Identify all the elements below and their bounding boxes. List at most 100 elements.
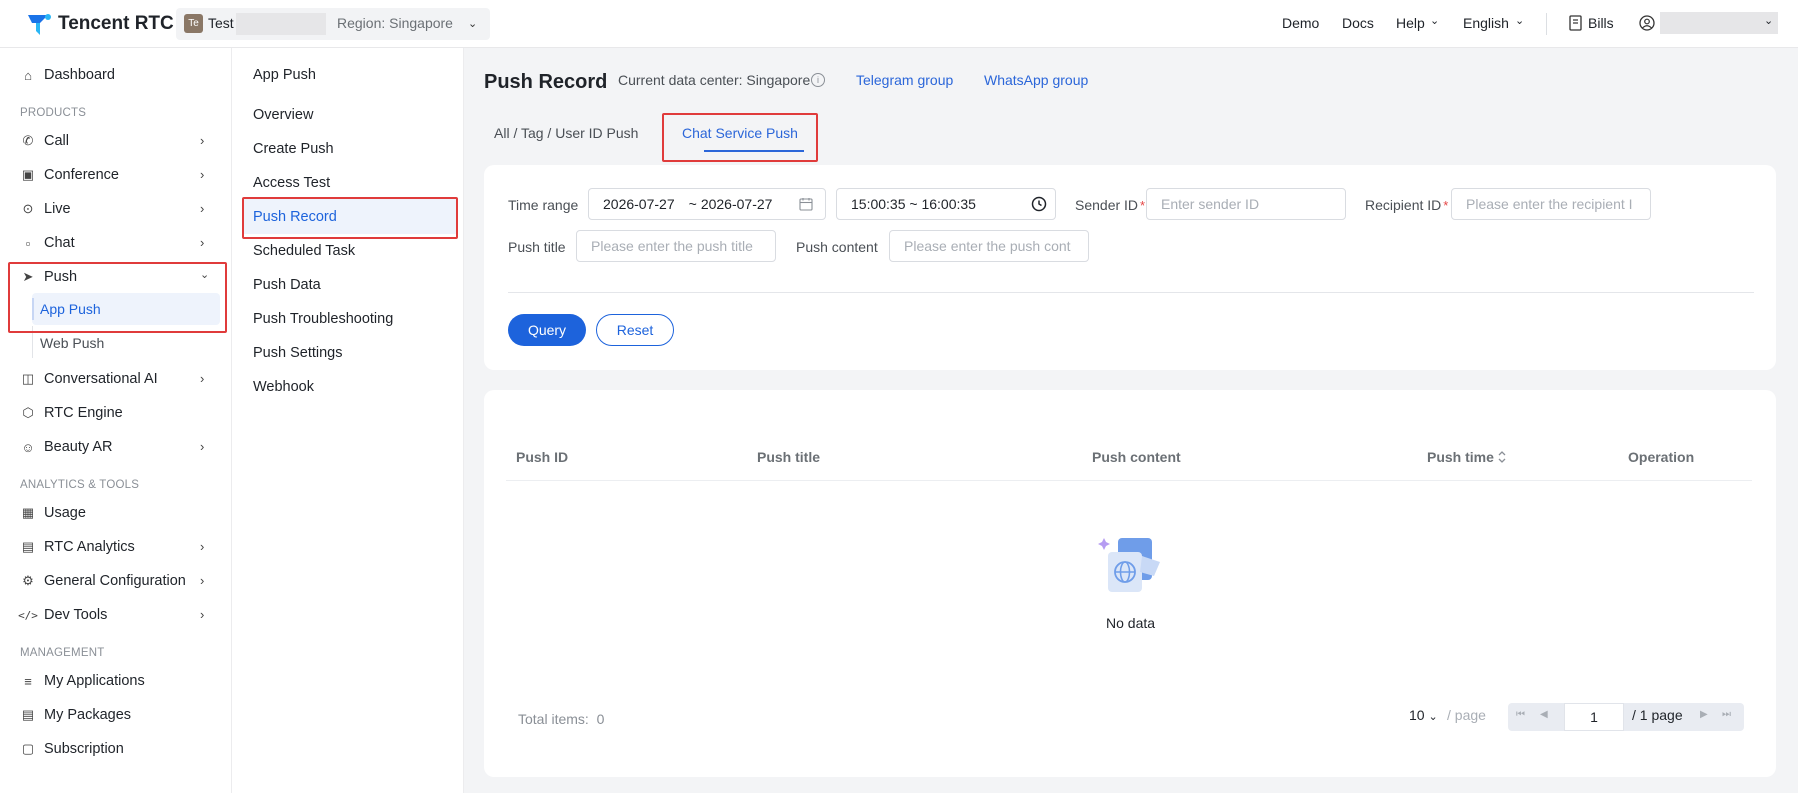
app-avatar: Te (184, 14, 203, 33)
bills-link[interactable]: Bills (1588, 15, 1614, 31)
filter-divider (508, 292, 1754, 293)
push-title-input[interactable]: Please enter the push title (576, 230, 776, 262)
recipient-id-input[interactable]: Please enter the recipient I (1451, 188, 1651, 220)
sidebar-item-beauty-ar[interactable]: ☺ Beauty AR (20, 432, 220, 462)
ai-icon: ◫ (21, 371, 35, 386)
top-bar: Tencent RTC Te Test Region: Singapore ⌄ … (0, 0, 1798, 48)
chevron-down-icon[interactable]: ⌄ (1764, 14, 1773, 27)
sidebar-item-conversational-ai[interactable]: ◫ Conversational AI (20, 364, 220, 394)
required-mark: * (1140, 198, 1146, 213)
chevron-down-icon: ⌄ (1430, 15, 1440, 27)
query-button[interactable]: Query (508, 314, 586, 346)
subnav-item-create-push[interactable]: Create Push (253, 141, 334, 157)
sender-id-input[interactable]: Enter sender ID (1146, 188, 1346, 220)
subnav-item-access-test[interactable]: Access Test (253, 175, 330, 191)
column-header-push-time[interactable]: Push time (1427, 449, 1494, 465)
user-avatar-icon[interactable] (1639, 15, 1655, 31)
sidebar-item-live[interactable]: ⊙ Live (20, 194, 220, 224)
page-total: / 1 page (1632, 707, 1683, 723)
language-menu[interactable]: English (1463, 15, 1509, 31)
data-center-label: Current data center: Singapore (618, 72, 811, 88)
column-header-operation: Operation (1628, 449, 1695, 465)
subnav-item-overview[interactable]: Overview (253, 107, 313, 123)
sidebar-item-rtc-analytics[interactable]: ▤ RTC Analytics (20, 532, 220, 562)
telegram-group-link[interactable]: Telegram group (856, 72, 953, 88)
gear-icon: ⚙ (22, 573, 34, 588)
date-range-picker[interactable]: 2026-07-27 ~ 2026-07-27 (588, 188, 826, 220)
code-icon: </> (18, 608, 38, 622)
date-start: 2026-07-27 (603, 196, 675, 212)
sidebar-item-general-configuration[interactable]: ⚙ General Configuration (20, 566, 220, 596)
sender-id-label: Sender ID * (1075, 197, 1146, 213)
sidebar-item-subscription[interactable]: ▢ Subscription (20, 734, 220, 764)
sidebar-item-dev-tools[interactable]: </> Dev Tools (18, 600, 220, 630)
push-content-input[interactable]: Please enter the push cont (889, 230, 1089, 262)
subnav-item-scheduled-task[interactable]: Scheduled Task (253, 243, 355, 259)
sidebar-item-conference[interactable]: ▣ Conference (20, 160, 220, 190)
redacted-block (1660, 12, 1778, 34)
next-page-icon[interactable]: ▶ (1700, 709, 1708, 720)
reset-button[interactable]: Reset (596, 314, 674, 346)
calendar-icon (799, 198, 813, 211)
package-icon: ▤ (21, 707, 35, 722)
chevron-right-icon: › (200, 167, 205, 182)
monitor-icon: ▦ (21, 505, 35, 520)
page-size-suffix: / page (1447, 707, 1486, 723)
chevron-right-icon: › (200, 607, 205, 622)
sidebar-item-my-packages[interactable]: ▤ My Packages (20, 700, 220, 730)
first-page-icon[interactable]: ⏮ (1516, 709, 1525, 720)
conference-icon: ▣ (21, 167, 35, 182)
chevron-right-icon: › (200, 201, 205, 216)
table-header-divider (506, 480, 1752, 481)
chevron-right-icon: › (200, 573, 205, 588)
brand-name[interactable]: Tencent RTC (58, 13, 174, 35)
secondary-nav (232, 48, 464, 793)
sidebar-item-rtc-engine[interactable]: ⬡ RTC Engine (20, 398, 220, 428)
page-size-select[interactable]: 10 ⌄ (1409, 707, 1438, 723)
cube-icon: ⬡ (22, 405, 34, 420)
chevron-down-icon: ⌄ (1515, 15, 1525, 27)
sidebar-item-call[interactable]: ✆ Call (20, 126, 220, 156)
tencent-rtc-logo-icon[interactable] (26, 11, 52, 37)
phone-icon: ✆ (22, 133, 34, 148)
sort-icon[interactable] (1497, 449, 1507, 465)
info-icon[interactable]: i (811, 73, 825, 87)
sidebar-item-chat[interactable]: ▫ Chat (20, 228, 220, 258)
prev-page-icon[interactable]: ◀ (1540, 709, 1548, 720)
subnav-item-push-data[interactable]: Push Data (253, 277, 321, 293)
last-page-icon[interactable]: ⏭ (1722, 709, 1731, 720)
time-range-picker[interactable]: 15:00:35 ~ 16:00:35 (836, 188, 1056, 220)
subnav-item-webhook[interactable]: Webhook (253, 379, 314, 395)
time-range-value: 15:00:35 ~ 16:00:35 (851, 196, 976, 212)
chevron-right-icon: › (200, 371, 205, 386)
subnav-item-push-settings[interactable]: Push Settings (253, 345, 342, 361)
empty-state-text: No data (1106, 615, 1156, 631)
home-icon: ⌂ (24, 67, 32, 83)
push-title-label: Push title (508, 239, 566, 255)
chevron-right-icon: › (200, 539, 205, 554)
live-broadcast-icon: ⊙ (22, 201, 34, 216)
docs-link[interactable]: Docs (1342, 15, 1374, 31)
column-header-push-title: Push title (757, 449, 821, 465)
chevron-down-icon[interactable]: ⌄ (468, 17, 477, 30)
sidebar-item-dashboard[interactable]: ⌂ Dashboard (20, 60, 220, 90)
page-number-input[interactable]: 1 (1564, 703, 1624, 731)
tab-all-tag-user-id-push[interactable]: All / Tag / User ID Push (494, 125, 638, 141)
chevron-right-icon: › (200, 439, 205, 454)
highlight-box (8, 262, 227, 333)
demo-link[interactable]: Demo (1282, 15, 1319, 31)
date-separator: ~ (688, 196, 697, 212)
layers-icon: ≡ (24, 673, 32, 689)
help-menu[interactable]: Help (1396, 15, 1425, 31)
empty-data-illustration-icon (1098, 538, 1160, 592)
chevron-down-icon: ⌄ (1428, 711, 1438, 723)
chat-bubble-icon: ▫ (25, 235, 31, 251)
bag-icon: ▢ (21, 741, 35, 756)
column-header-push-id: Push ID (516, 449, 569, 465)
sidebar-item-my-applications[interactable]: ≡ My Applications (20, 666, 220, 696)
redacted-block (236, 13, 326, 35)
sidebar-item-usage[interactable]: ▦ Usage (20, 498, 220, 528)
whatsapp-group-link[interactable]: WhatsApp group (984, 72, 1088, 88)
section-analytics-tools: ANALYTICS & TOOLS (20, 479, 140, 491)
subnav-item-push-troubleshooting[interactable]: Push Troubleshooting (253, 311, 393, 327)
